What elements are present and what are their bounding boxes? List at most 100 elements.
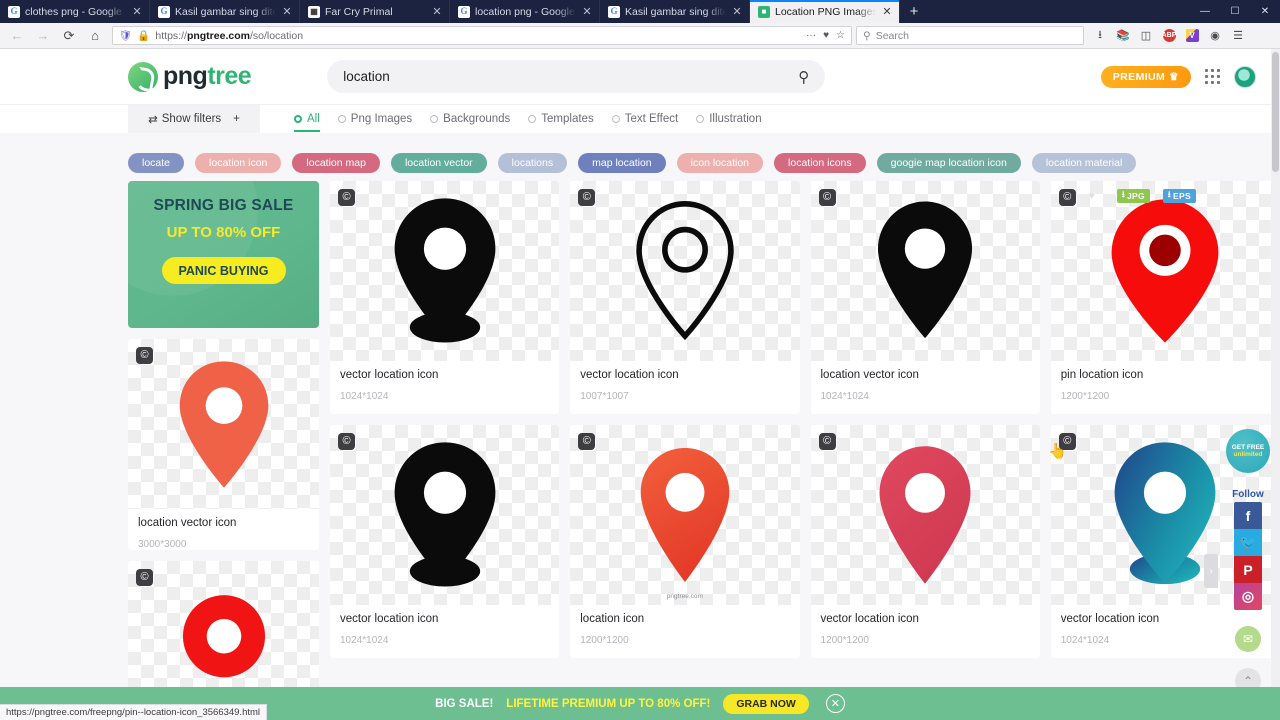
pocket-icon[interactable]: ♥ [823, 30, 829, 41]
apps-grid-icon[interactable] [1205, 69, 1220, 84]
search-icon: ⚲ [863, 29, 871, 42]
address-bar[interactable]: 🛡 🔒 https://pngtree.com/so/location ··· … [112, 26, 852, 45]
card-thumbnail[interactable]: © [570, 181, 800, 361]
card-dimensions: 1200*1200 [1060, 390, 1110, 402]
browser-tab-5[interactable]: G Kasil gambar sing ditemukake ✕ [600, 0, 750, 23]
tag-map-location[interactable]: map location [578, 153, 666, 173]
tag-icon-location[interactable]: icon location [676, 153, 764, 173]
adblock-icon[interactable]: ABP [1162, 29, 1176, 42]
card-thumbnail[interactable]: © pngtree.com [570, 425, 800, 605]
add-filter-icon[interactable]: + [233, 113, 240, 125]
search-icon[interactable]: ⚲ [798, 68, 809, 86]
result-card-2[interactable]: © vector location icon 1007*1007 [570, 181, 800, 414]
tag-google-map-location-icon[interactable]: googie map location icon [876, 153, 1021, 173]
card-thumbnail[interactable]: © [810, 181, 1040, 361]
browser-tab-3[interactable]: ▦ Far Cry Primal ✕ [300, 0, 450, 23]
premium-button[interactable]: PREMIUM ♛ [1100, 65, 1191, 88]
result-card-6[interactable]: © pngtree.com location icon 1200*1200 [570, 425, 800, 658]
tab-close-icon[interactable]: ✕ [281, 5, 293, 18]
instagram-icon[interactable]: ◎ [1234, 583, 1262, 610]
copyright-icon: © [1058, 433, 1076, 450]
result-card-4[interactable]: © ♥ ⭳ JPG ⭳ EPS pin location icon 1200*120… [1050, 181, 1280, 414]
card-title: location vector icon [820, 369, 919, 381]
card-thumbnail[interactable]: © [128, 339, 319, 509]
new-tab-button[interactable]: + [900, 0, 928, 23]
tab-close-icon[interactable]: ✕ [731, 5, 743, 18]
tab-png-images[interactable]: Png Images [337, 113, 412, 125]
avatar[interactable] [1234, 65, 1256, 88]
minimize-button[interactable]: — [1190, 0, 1220, 23]
result-card-left-1[interactable]: © location vector icon 3000*3000 [128, 339, 319, 550]
tag-location-icon[interactable]: location icon [195, 153, 282, 173]
page-actions-icon[interactable]: ··· [806, 30, 816, 41]
browser-tab-2[interactable]: G Kasil gambar sing ditemukake ✕ [150, 0, 300, 23]
card-thumbnail[interactable]: © [330, 425, 560, 605]
forward-icon[interactable]: → [30, 25, 56, 47]
spring-sale-banner[interactable]: SPRING BIG SALE UP TO 80% OFF PANIC BUYI… [128, 181, 319, 328]
scrollbar-thumb[interactable] [1272, 52, 1279, 172]
tab-close-icon[interactable]: ✕ [881, 5, 893, 18]
pinterest-icon[interactable]: P [1234, 556, 1262, 583]
radio-icon [696, 115, 705, 123]
grab-now-button[interactable]: GRAB NOW [723, 693, 809, 714]
location-pin-icon [394, 198, 496, 343]
pngtree-logo[interactable]: pngtree [128, 61, 252, 92]
browser-tab-6-active[interactable]: ■ Location PNG Images | Vector a ✕ [750, 0, 900, 23]
page-scrollbar[interactable] [1271, 49, 1280, 720]
get-free-unlimited-badge[interactable]: GET FREE unlimited [1226, 429, 1270, 473]
download-icon[interactable]: ⭳ [1090, 26, 1110, 46]
card-thumbnail[interactable]: © ♥ ⭳ JPG ⭳ EPS [1050, 181, 1280, 361]
close-icon[interactable]: ✕ [825, 694, 845, 713]
browser-tab-4[interactable]: G location png - Google Penelusu ✕ [450, 0, 600, 23]
result-card-7[interactable]: © vector location icon 1200*1200 [810, 425, 1040, 658]
browser-search-box[interactable]: ⚲ Search [856, 26, 1084, 45]
twitter-icon[interactable]: 🐦 [1234, 529, 1262, 556]
tab-illustration[interactable]: Illustration [696, 113, 762, 125]
tab-close-icon[interactable]: ✕ [131, 5, 143, 18]
show-filters-button[interactable]: ⇄ Show filters + [128, 105, 260, 133]
facebook-icon[interactable]: f [1234, 502, 1262, 529]
tab-text-effect[interactable]: Text Effect [611, 113, 679, 125]
tracking-protection-icon[interactable]: 🛡 [119, 29, 132, 42]
card-thumbnail[interactable]: © [810, 425, 1040, 605]
panic-buying-button[interactable]: PANIC BUYING [161, 257, 286, 284]
card-thumbnail[interactable]: © [330, 181, 560, 361]
format-label: JPG [1127, 191, 1145, 201]
result-card-5[interactable]: © vector location icon 1024*1024 [330, 425, 560, 658]
bookmark-star-icon[interactable]: ☆ [836, 30, 845, 41]
tag-location-map[interactable]: location map [292, 153, 380, 173]
close-window-button[interactable]: ✕ [1250, 0, 1280, 23]
sidebar-icon[interactable]: ◫ [1136, 26, 1156, 46]
back-icon[interactable]: ← [4, 25, 30, 47]
tag-locations[interactable]: locations [497, 153, 568, 173]
tab-close-icon[interactable]: ✕ [431, 5, 443, 18]
tab-title: Location PNG Images | Vector a [775, 5, 876, 18]
tag-location-icons[interactable]: location icons [774, 153, 866, 173]
site-search-box[interactable]: ⚲ [327, 60, 826, 93]
tag-location-vector[interactable]: location vector [390, 153, 487, 173]
tab-all[interactable]: All [294, 113, 320, 132]
pngtree-icon: ■ [758, 5, 770, 18]
location-pin-icon [878, 201, 973, 339]
tag-locate[interactable]: locate [128, 153, 185, 173]
search-input[interactable] [343, 69, 799, 84]
rail-collapse-icon[interactable]: › [1204, 554, 1218, 588]
reload-icon[interactable]: ⟳ [56, 25, 82, 47]
tag-location-material[interactable]: location material [1031, 153, 1137, 173]
card-title: vector location icon [340, 369, 439, 381]
menu-icon[interactable]: ☰ [1228, 26, 1248, 46]
maximize-button[interactable]: ☐ [1220, 0, 1250, 23]
account-icon[interactable]: ◉ [1205, 26, 1225, 46]
library-icon[interactable]: 📚 [1113, 26, 1133, 46]
tab-templates[interactable]: Templates [528, 113, 594, 125]
tab-backgrounds[interactable]: Backgrounds [430, 113, 510, 125]
tab-close-icon[interactable]: ✕ [581, 5, 593, 18]
contact-mail-icon[interactable]: ✉ [1235, 626, 1261, 652]
result-card-3[interactable]: © location vector icon 1024*1024 [810, 181, 1040, 414]
favorite-heart-icon[interactable]: ♥ [1089, 191, 1095, 202]
tab-label: Text Effect [624, 113, 679, 125]
result-card-1[interactable]: © vector location icon 1024*1024 [330, 181, 560, 414]
browser-tab-1[interactable]: G clothes png - Google Penelusu ✕ [0, 0, 150, 23]
home-icon[interactable]: ⌂ [82, 25, 108, 47]
videodownload-icon[interactable]: V [1185, 29, 1199, 42]
